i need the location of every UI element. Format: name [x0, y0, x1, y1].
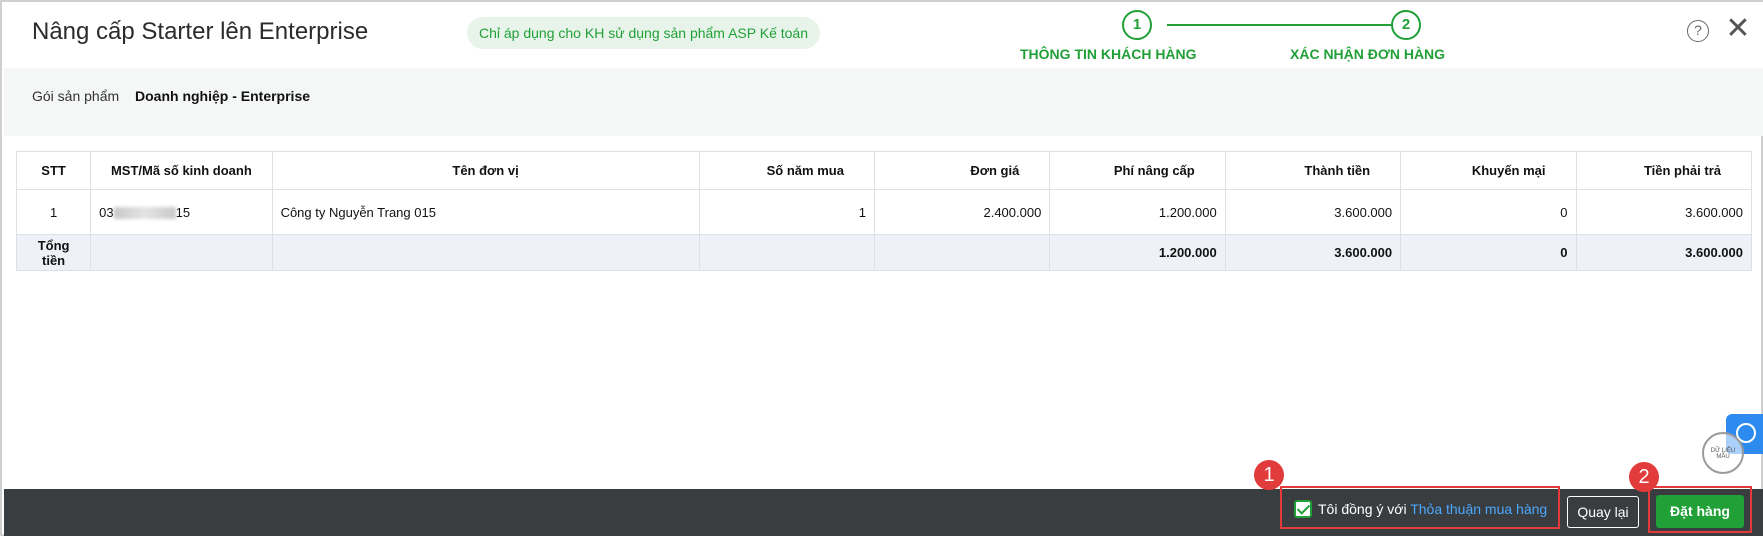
col-header-khuyen-mai: Khuyến mại	[1400, 151, 1577, 190]
step-2-label: XÁC NHẬN ĐƠN HÀNG	[1290, 46, 1446, 62]
page-title: Nâng cấp Starter lên Enterprise	[32, 18, 369, 45]
mst-prefix: 03	[99, 204, 114, 220]
close-icon[interactable]: ✕	[1722, 14, 1754, 46]
col-header-stt: STT	[15, 151, 92, 190]
total-empty-cell	[90, 234, 273, 271]
col-header-don-gia: Đơn giá	[873, 151, 1051, 190]
total-label: Tổng tiền	[15, 234, 92, 271]
col-header-mst: MST/Mã số kinh doanh	[90, 151, 273, 190]
total-empty-cell	[873, 234, 1051, 271]
purchase-agreement-link[interactable]: Thỏa thuận mua hàng	[1410, 501, 1547, 517]
col-header-phi-nang-cap: Phí nâng cấp	[1049, 151, 1226, 190]
sample-data-watermark: DỮ LIỆU MẪU	[1702, 432, 1744, 474]
col-header-ten-don-vi: Tên đơn vị	[271, 151, 700, 190]
product-info: Gói sản phẩm Doanh nghiệp - Enterprise	[4, 68, 1763, 136]
cell-don-gia: 2.400.000	[873, 189, 1051, 235]
agree-checkbox[interactable]	[1294, 500, 1312, 518]
cell-tien-phai-tra: 3.600.000	[1575, 189, 1752, 235]
total-empty-cell	[271, 234, 700, 271]
step-1-indicator: 1	[1122, 10, 1152, 40]
dialog-header: Nâng cấp Starter lên Enterprise Chỉ áp d…	[2, 2, 1763, 68]
step-1-label: THÔNG TIN KHÁCH HÀNG	[1020, 46, 1197, 62]
order-table: STT MST/Mã số kinh doanh Tên đơn vị Số n…	[15, 151, 1752, 271]
cell-mst: 03 15	[90, 189, 273, 235]
product-label: Gói sản phẩm	[32, 88, 120, 104]
annotation-marker-1: 1	[1254, 460, 1284, 490]
watermark-text: DỮ LIỆU MẪU	[1710, 448, 1736, 460]
back-button[interactable]: Quay lại	[1567, 496, 1639, 528]
total-phi-nang-cap: 1.200.000	[1049, 234, 1226, 271]
total-empty-cell	[698, 234, 875, 271]
product-value: Doanh nghiệp - Enterprise	[135, 88, 311, 104]
annotation-marker-2: 2	[1629, 462, 1659, 492]
stepper: 1 2 THÔNG TIN KHÁCH HÀNG XÁC NHẬN ĐƠN HÀ…	[1020, 10, 1445, 66]
col-header-tien-phai-tra: Tiền phải trả	[1575, 151, 1752, 190]
total-thanh-tien: 3.600.000	[1224, 234, 1402, 271]
table-header-row: STT MST/Mã số kinh doanh Tên đơn vị Số n…	[15, 151, 1752, 190]
agree-label: Tôi đồng ý với Thỏa thuận mua hàng	[1318, 501, 1547, 517]
col-header-thanh-tien: Thành tiền	[1224, 151, 1402, 190]
cell-thanh-tien: 3.600.000	[1224, 189, 1402, 235]
cell-so-nam-mua: 1	[698, 189, 875, 235]
cell-ten-don-vi: Công ty Nguyễn Trang 015	[271, 189, 700, 235]
cell-stt: 1	[15, 189, 92, 235]
scope-note-badge: Chỉ áp dụng cho KH sử dụng sản phẩm ASP …	[467, 17, 820, 49]
table-total-row: Tổng tiền 1.200.000 3.600.000 0 3.600.00…	[15, 234, 1752, 271]
agree-text: Tôi đồng ý với	[1318, 501, 1407, 517]
cell-phi-nang-cap: 1.200.000	[1049, 189, 1226, 235]
table-row: 1 03 15 Công ty Nguyễn Trang 015 1 2.400.…	[15, 189, 1752, 235]
dialog: Nâng cấp Starter lên Enterprise Chỉ áp d…	[0, 0, 1763, 536]
total-tien-phai-tra: 3.600.000	[1575, 234, 1752, 271]
place-order-button[interactable]: Đặt hàng	[1656, 495, 1744, 528]
total-khuyen-mai: 0	[1400, 234, 1577, 271]
step-2-indicator: 2	[1391, 10, 1421, 40]
redacted-mask	[113, 207, 176, 220]
cell-khuyen-mai: 0	[1400, 189, 1577, 235]
mst-suffix: 15	[175, 204, 191, 220]
col-header-so-nam-mua: Số năm mua	[698, 151, 875, 190]
step-connector	[1167, 24, 1392, 26]
help-icon[interactable]: ?	[1687, 20, 1709, 42]
